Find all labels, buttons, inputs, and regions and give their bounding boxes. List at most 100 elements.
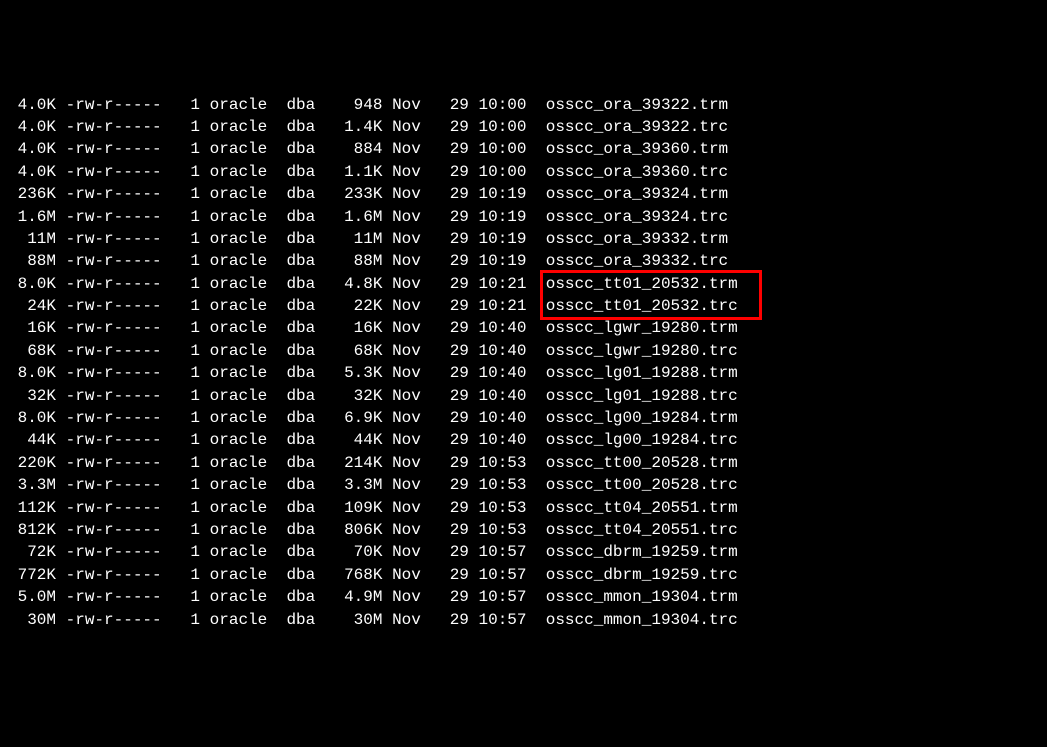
file-owner: oracle [210, 609, 277, 631]
file-owner: oracle [210, 519, 277, 541]
file-day: 29 [440, 519, 469, 541]
file-group: dba [286, 138, 324, 160]
file-size: 11M [334, 228, 382, 250]
list-item: 112K -rw-r----- 1 oracle dba 109K Nov 29… [8, 497, 1039, 519]
file-owner: oracle [210, 586, 277, 608]
file-links: 1 [181, 564, 200, 586]
file-size: 88M [334, 250, 382, 272]
file-day: 29 [440, 295, 469, 317]
file-blocks: 4.0K [8, 116, 56, 138]
file-month: Nov [392, 564, 430, 586]
file-blocks: 72K [8, 541, 56, 563]
file-name: osscc_lg01_19288.trc [546, 385, 738, 407]
file-month: Nov [392, 474, 430, 496]
file-links: 1 [181, 385, 200, 407]
file-group: dba [286, 183, 324, 205]
file-month: Nov [392, 161, 430, 183]
list-item: 88M -rw-r----- 1 oracle dba 88M Nov 29 1… [8, 250, 1039, 272]
file-month: Nov [392, 317, 430, 339]
file-permissions: -rw-r----- [66, 138, 172, 160]
file-blocks: 220K [8, 452, 56, 474]
file-permissions: -rw-r----- [66, 429, 172, 451]
file-day: 29 [440, 541, 469, 563]
file-time: 10:00 [479, 94, 537, 116]
file-size: 4.9M [334, 586, 382, 608]
file-month: Nov [392, 206, 430, 228]
file-month: Nov [392, 116, 430, 138]
file-month: Nov [392, 295, 430, 317]
file-month: Nov [392, 250, 430, 272]
file-size: 68K [334, 340, 382, 362]
file-blocks: 772K [8, 564, 56, 586]
list-item: 5.0M -rw-r----- 1 oracle dba 4.9M Nov 29… [8, 586, 1039, 608]
file-permissions: -rw-r----- [66, 452, 172, 474]
file-group: dba [286, 250, 324, 272]
file-time: 10:57 [479, 586, 537, 608]
file-size: 70K [334, 541, 382, 563]
file-day: 29 [440, 116, 469, 138]
file-blocks: 16K [8, 317, 56, 339]
file-name: osscc_tt04_20551.trm [546, 497, 738, 519]
file-day: 29 [440, 206, 469, 228]
file-time: 10:53 [479, 452, 537, 474]
file-group: dba [286, 340, 324, 362]
file-size: 30M [334, 609, 382, 631]
list-item: 812K -rw-r----- 1 oracle dba 806K Nov 29… [8, 519, 1039, 541]
file-owner: oracle [210, 250, 277, 272]
file-day: 29 [440, 250, 469, 272]
file-owner: oracle [210, 497, 277, 519]
file-links: 1 [181, 250, 200, 272]
file-links: 1 [181, 362, 200, 384]
file-day: 29 [440, 407, 469, 429]
file-name: osscc_tt00_20528.trc [546, 474, 738, 496]
file-day: 29 [440, 497, 469, 519]
file-size: 4.8K [334, 273, 382, 295]
file-day: 29 [440, 273, 469, 295]
file-blocks: 68K [8, 340, 56, 362]
file-owner: oracle [210, 228, 277, 250]
file-group: dba [286, 564, 324, 586]
file-group: dba [286, 586, 324, 608]
file-permissions: -rw-r----- [66, 385, 172, 407]
file-links: 1 [181, 429, 200, 451]
file-name: osscc_tt01_20532.trm [546, 273, 738, 295]
file-permissions: -rw-r----- [66, 116, 172, 138]
file-permissions: -rw-r----- [66, 609, 172, 631]
file-name: osscc_tt00_20528.trm [546, 452, 738, 474]
file-blocks: 112K [8, 497, 56, 519]
file-time: 10:21 [479, 273, 537, 295]
file-size: 1.4K [334, 116, 382, 138]
file-blocks: 3.3M [8, 474, 56, 496]
file-permissions: -rw-r----- [66, 206, 172, 228]
file-size: 806K [334, 519, 382, 541]
file-blocks: 8.0K [8, 407, 56, 429]
list-item: 16K -rw-r----- 1 oracle dba 16K Nov 29 1… [8, 317, 1039, 339]
list-item: 1.6M -rw-r----- 1 oracle dba 1.6M Nov 29… [8, 206, 1039, 228]
file-size: 233K [334, 183, 382, 205]
file-group: dba [286, 94, 324, 116]
file-time: 10:57 [479, 564, 537, 586]
file-time: 10:40 [479, 385, 537, 407]
list-item: 772K -rw-r----- 1 oracle dba 768K Nov 29… [8, 564, 1039, 586]
file-size: 16K [334, 317, 382, 339]
list-item: 8.0K -rw-r----- 1 oracle dba 4.8K Nov 29… [8, 273, 1039, 295]
file-links: 1 [181, 586, 200, 608]
file-blocks: 8.0K [8, 273, 56, 295]
file-name: osscc_lg00_19284.trm [546, 407, 738, 429]
file-day: 29 [440, 385, 469, 407]
file-owner: oracle [210, 206, 277, 228]
file-permissions: -rw-r----- [66, 340, 172, 362]
file-day: 29 [440, 183, 469, 205]
file-group: dba [286, 609, 324, 631]
file-month: Nov [392, 273, 430, 295]
file-group: dba [286, 407, 324, 429]
file-name: osscc_ora_39324.trm [546, 183, 728, 205]
file-permissions: -rw-r----- [66, 564, 172, 586]
file-group: dba [286, 452, 324, 474]
file-name: osscc_lg01_19288.trm [546, 362, 738, 384]
file-links: 1 [181, 138, 200, 160]
file-links: 1 [181, 474, 200, 496]
file-group: dba [286, 362, 324, 384]
file-links: 1 [181, 317, 200, 339]
file-size: 1.6M [334, 206, 382, 228]
